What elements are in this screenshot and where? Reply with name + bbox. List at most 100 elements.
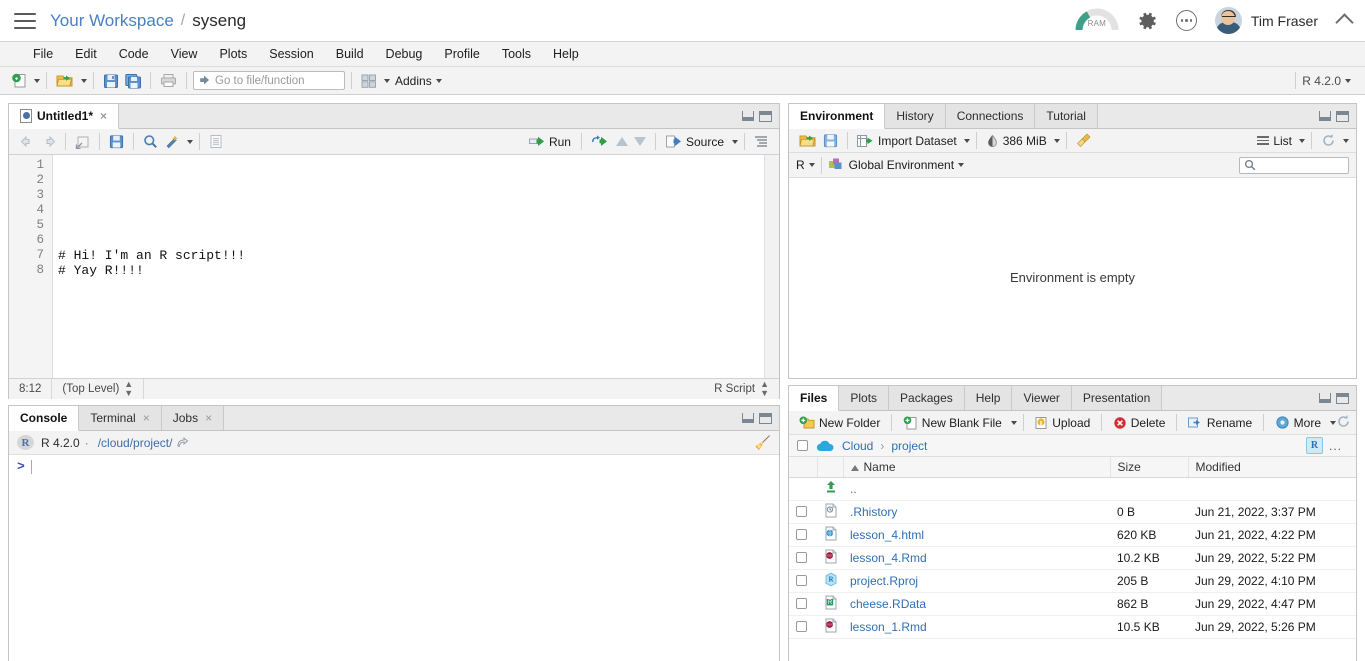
row-name-cell[interactable]: .Rhistory xyxy=(843,500,1110,524)
row-checkbox[interactable] xyxy=(796,575,807,586)
table-row[interactable]: .Rhistory 0 B Jun 21, 2022, 3:37 PM xyxy=(789,500,1356,524)
row-checkbox[interactable] xyxy=(796,506,807,517)
language-caret[interactable] xyxy=(808,163,815,167)
compile-report-icon[interactable] xyxy=(206,131,226,153)
tab-plots[interactable]: Plots xyxy=(839,386,890,410)
console-output[interactable]: > xyxy=(9,455,779,661)
run-button[interactable]: Run xyxy=(525,135,575,149)
new-blank-file-button[interactable]: New Blank File xyxy=(898,416,1007,430)
close-icon[interactable]: × xyxy=(143,411,150,425)
global-environment-label[interactable]: Global Environment xyxy=(849,158,954,172)
r-version-selector[interactable]: R 4.2.0 xyxy=(1302,74,1341,88)
more-button[interactable]: More xyxy=(1270,415,1326,430)
minimize-pane-icon[interactable] xyxy=(742,111,754,121)
delete-button[interactable]: Delete xyxy=(1108,416,1171,430)
menu-tools[interactable]: Tools xyxy=(491,44,542,64)
scope-caret[interactable] xyxy=(958,163,965,167)
maximize-pane-icon[interactable] xyxy=(1336,392,1349,404)
minimize-pane-icon[interactable] xyxy=(1319,393,1331,403)
ram-gauge-icon[interactable]: RAM xyxy=(1074,6,1120,36)
row-name-cell[interactable]: .. xyxy=(843,477,1110,501)
upload-button[interactable]: Upload xyxy=(1029,416,1095,430)
tab-jobs[interactable]: Jobs × xyxy=(161,406,225,430)
menu-file[interactable]: File xyxy=(22,44,64,64)
save-icon[interactable] xyxy=(820,130,841,152)
minimize-pane-icon[interactable] xyxy=(1319,111,1331,121)
row-checkbox[interactable] xyxy=(796,552,807,563)
rproj-badge-icon[interactable]: R xyxy=(1305,437,1323,454)
save-icon[interactable] xyxy=(106,131,127,153)
file-link[interactable]: cheese.RData xyxy=(850,597,926,611)
menu-plots[interactable]: Plots xyxy=(208,44,258,64)
more-options-icon[interactable] xyxy=(1175,10,1197,31)
pane-layout-caret[interactable] xyxy=(384,78,390,83)
row-name-cell[interactable]: cheese.RData xyxy=(843,592,1110,616)
table-row[interactable]: R project.Rproj 205 B Jun 29, 2022, 4:10… xyxy=(789,569,1356,593)
menu-edit[interactable]: Edit xyxy=(64,44,108,64)
environment-search-input[interactable] xyxy=(1239,156,1349,174)
addins-label[interactable]: Addins xyxy=(395,74,432,88)
new-file-dropdown-caret[interactable] xyxy=(34,78,40,83)
view-mode-caret[interactable] xyxy=(1299,138,1305,143)
maximize-pane-icon[interactable] xyxy=(1336,110,1349,122)
refresh-icon[interactable] xyxy=(1336,414,1351,432)
broom-icon[interactable] xyxy=(1073,130,1095,152)
new-folder-button[interactable]: New Folder xyxy=(794,416,885,430)
memory-caret[interactable] xyxy=(1053,138,1060,143)
code-editor[interactable]: 1 2 3 4 5 6 7 8 # Hi! I'm an R script!!!… xyxy=(9,155,779,378)
show-in-new-window-icon[interactable] xyxy=(72,131,93,153)
file-link[interactable]: lesson_4.Rmd xyxy=(850,551,927,565)
import-dataset-button[interactable]: Import Dataset xyxy=(854,130,960,152)
save-all-icon[interactable] xyxy=(122,70,144,92)
breadcrumb-cloud[interactable]: Cloud xyxy=(842,439,873,453)
open-file-dropdown-caret[interactable] xyxy=(81,78,87,83)
next-chunk-icon[interactable] xyxy=(631,131,649,153)
refresh-caret[interactable] xyxy=(1343,138,1349,143)
tab-history[interactable]: History xyxy=(885,104,946,128)
forward-arrow-icon[interactable] xyxy=(38,131,59,153)
tab-files[interactable]: Files xyxy=(789,386,840,411)
memory-usage-button[interactable]: 386 MiB xyxy=(983,130,1050,152)
rerun-icon[interactable] xyxy=(588,131,613,153)
tab-console[interactable]: Console xyxy=(9,406,80,431)
header-size[interactable]: Size xyxy=(1110,457,1189,478)
editor-vertical-scrollbar[interactable] xyxy=(764,155,779,378)
tab-tutorial[interactable]: Tutorial xyxy=(1035,104,1098,128)
avatar[interactable] xyxy=(1214,7,1242,34)
row-name-cell[interactable]: lesson_4.html xyxy=(843,523,1110,547)
files-overflow-menu[interactable]: ... xyxy=(1323,439,1348,453)
table-row[interactable]: lesson_1.Rmd 10.5 KB Jun 29, 2022, 5:26 … xyxy=(789,615,1356,639)
table-row[interactable]: lesson_4.Rmd 10.2 KB Jun 29, 2022, 5:22 … xyxy=(789,546,1356,570)
addins-caret[interactable] xyxy=(435,78,442,83)
rename-button[interactable]: Rename xyxy=(1183,416,1257,430)
row-name-cell[interactable]: project.Rproj xyxy=(843,569,1110,593)
source-button[interactable]: Source xyxy=(662,135,728,149)
table-row[interactable]: lesson_4.html 620 KB Jun 21, 2022, 4:22 … xyxy=(789,523,1356,547)
table-row[interactable]: R cheese.RData 862 B Jun 29, 2022, 4:47 … xyxy=(789,592,1356,616)
parent-directory-link[interactable]: .. xyxy=(850,482,857,496)
maximize-pane-icon[interactable] xyxy=(759,412,772,424)
hamburger-icon[interactable] xyxy=(14,12,36,29)
code-tools-icon[interactable] xyxy=(161,131,183,153)
header-name[interactable]: Name xyxy=(843,457,1111,478)
tab-packages[interactable]: Packages xyxy=(889,386,965,410)
table-row[interactable]: .. xyxy=(789,477,1356,501)
source-tab-untitled1[interactable]: Untitled1* × xyxy=(9,104,120,129)
scope-selector[interactable]: (Top Level) ▲ ▼ xyxy=(52,379,145,399)
tab-help[interactable]: Help xyxy=(964,386,1013,410)
document-outline-icon[interactable] xyxy=(751,131,771,153)
file-link[interactable]: project.Rproj xyxy=(850,574,918,588)
gear-icon[interactable] xyxy=(1136,10,1158,32)
print-icon[interactable] xyxy=(157,70,180,92)
tab-terminal[interactable]: Terminal × xyxy=(79,406,162,430)
tab-connections[interactable]: Connections xyxy=(945,104,1036,128)
workspace-link[interactable]: Your Workspace xyxy=(50,11,174,31)
previous-chunk-icon[interactable] xyxy=(613,131,631,153)
new-file-icon[interactable] xyxy=(8,70,30,92)
import-dataset-caret[interactable] xyxy=(963,138,970,143)
row-name-cell[interactable]: lesson_4.Rmd xyxy=(843,546,1110,570)
file-type-selector[interactable]: R Script ▲ ▼ xyxy=(704,379,779,399)
save-icon[interactable] xyxy=(100,70,122,92)
tab-environment[interactable]: Environment xyxy=(789,104,886,129)
minimize-pane-icon[interactable] xyxy=(742,413,754,423)
